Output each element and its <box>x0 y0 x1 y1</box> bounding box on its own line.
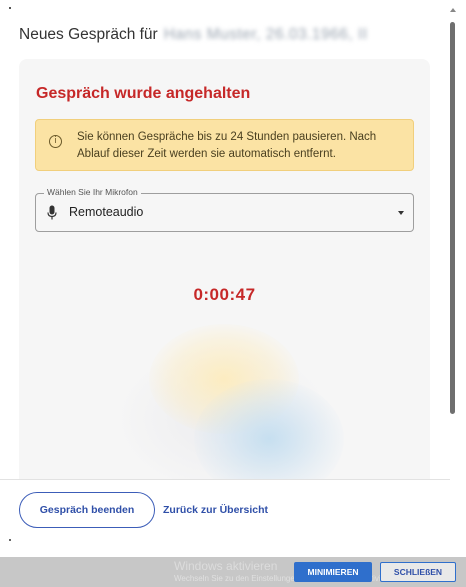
scroll-up-arrow[interactable] <box>450 8 456 12</box>
scroll-thumb[interactable] <box>450 22 455 414</box>
pause-info-alert: i Sie können Gespräche bis zu 24 Stunden… <box>35 119 414 171</box>
windows-activation-watermark: Windows aktivieren <box>174 559 278 573</box>
call-paused-heading: Gespräch wurde angehalten <box>36 85 251 102</box>
chevron-down-icon[interactable] <box>398 211 404 215</box>
end-call-button[interactable]: Gespräch beenden <box>19 492 155 528</box>
close-button[interactable]: SCHLIEßEN <box>380 562 456 582</box>
call-timer: 0:00:47 <box>193 285 256 304</box>
window-footer-bar: Windows aktivieren Wechseln Sie zu den E… <box>0 557 466 587</box>
patient-name-redacted: Hans Muster, 26.03.1966, II <box>163 26 368 43</box>
vertical-scrollbar[interactable] <box>448 8 458 414</box>
microphone-select-value: Remoteaudio <box>69 205 144 219</box>
microphone-select[interactable]: Wählen Sie Ihr Mikrofon Remoteaudio <box>35 187 414 232</box>
footer-divider <box>0 479 450 480</box>
microphone-select-label: Wählen Sie Ihr Mikrofon <box>44 187 141 197</box>
microphone-icon <box>47 205 57 220</box>
minimize-button[interactable]: MINIMIEREN <box>294 562 372 582</box>
call-card: Gespräch wurde angehalten i Sie können G… <box>19 59 430 479</box>
back-to-overview-link[interactable]: Zurück zur Übersicht <box>163 504 268 516</box>
window-corner-mark <box>9 7 11 9</box>
dialog-title: Neues Gespräch für Hans Muster, 26.03.196… <box>19 26 368 44</box>
window-corner-mark-bottom <box>9 539 11 541</box>
pause-info-text: Sie können Gespräche bis zu 24 Stunden p… <box>77 131 377 160</box>
dialog-title-prefix: Neues Gespräch für <box>19 26 158 43</box>
info-icon: i <box>49 135 62 148</box>
